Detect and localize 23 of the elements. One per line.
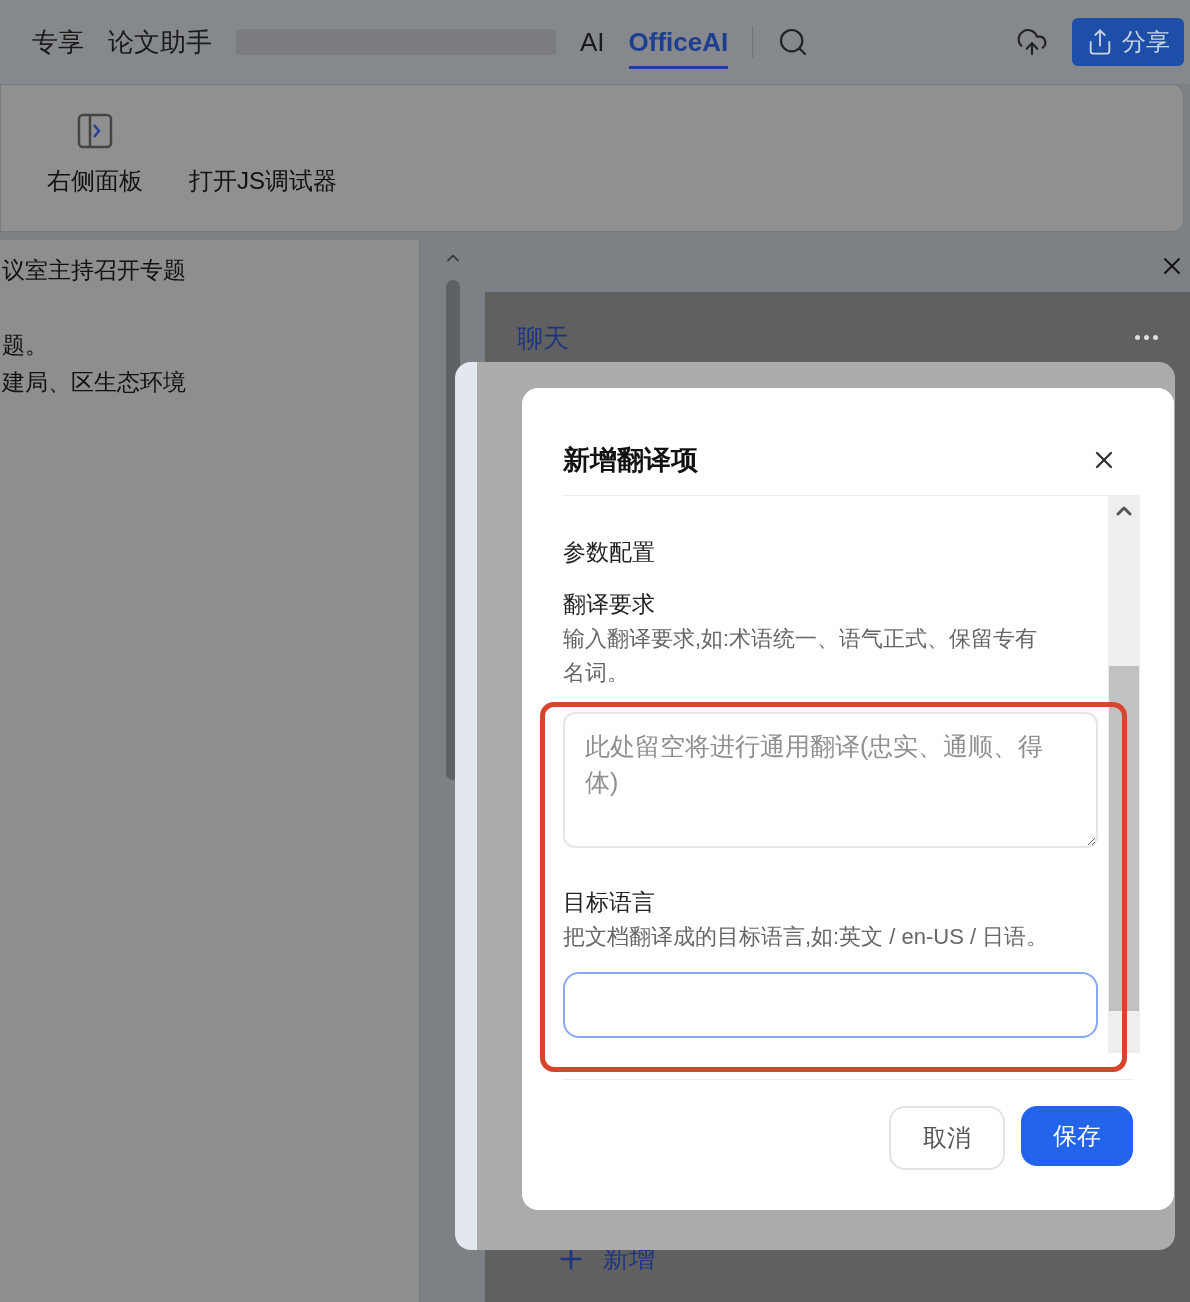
save-button[interactable]: 保存 — [1021, 1106, 1133, 1166]
document-text: 建局、区生态环境 — [1, 368, 186, 398]
dialog-title: 新增翻译项 — [563, 444, 698, 477]
document-text: 议室主持召开专题 — [1, 256, 186, 286]
section-title: 参数配置 — [563, 537, 656, 566]
ribbon-button[interactable]: 打开JS调试器 — [189, 163, 337, 199]
field-help-text: 把文档翻译成的目标语言,如:英文 / en-US / 日语。 — [563, 922, 1050, 951]
ribbon-tab[interactable]: AI — [580, 23, 605, 69]
field-label: 翻译要求 — [563, 589, 656, 618]
share-button[interactable]: 分享 — [1072, 18, 1184, 66]
input-field[interactable] — [563, 971, 1098, 1038]
ribbon-tab[interactable]: 专享 — [32, 23, 84, 69]
cloud-upload-icon[interactable] — [1016, 26, 1048, 58]
ribbon-tab[interactable]: 论文助手 — [108, 23, 212, 69]
document-text: 题。 — [1, 331, 48, 361]
field-help-text: 输入翻译要求,如:术语统一、语气正式、保留专有名词。 — [563, 624, 1039, 687]
textarea-field[interactable]: 此处留空将进行通用翻译(忠实、通顺、得体) — [563, 711, 1098, 848]
more-icon[interactable] — [1135, 335, 1158, 340]
field-label: 目标语言 — [563, 887, 656, 916]
ribbon-tab[interactable]: OfficeAI — [628, 23, 729, 69]
side-panel-icon — [77, 113, 113, 149]
ribbon-button[interactable]: 右侧面板 — [47, 113, 143, 199]
cancel-button[interactable]: 取消 — [889, 1106, 1005, 1170]
